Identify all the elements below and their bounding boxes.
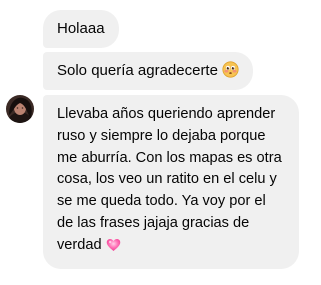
pink-heart-icon — [106, 238, 121, 260]
avatar[interactable] — [6, 95, 34, 123]
message-thread: Holaaa Solo quería agradecerte Llevaba a… — [0, 0, 321, 285]
message-text: Solo quería agradecerte — [57, 62, 218, 79]
message-text: Llevaba años queriendo aprender ruso y s… — [57, 106, 282, 253]
message-bubble[interactable]: Holaaa — [43, 10, 119, 48]
message-bubble[interactable]: Solo quería agradecerte — [43, 52, 253, 90]
message-text: Holaaa — [57, 20, 105, 37]
message-bubble[interactable]: Llevaba años queriendo aprender ruso y s… — [43, 95, 299, 269]
flushed-pleading-face-icon — [222, 61, 239, 84]
